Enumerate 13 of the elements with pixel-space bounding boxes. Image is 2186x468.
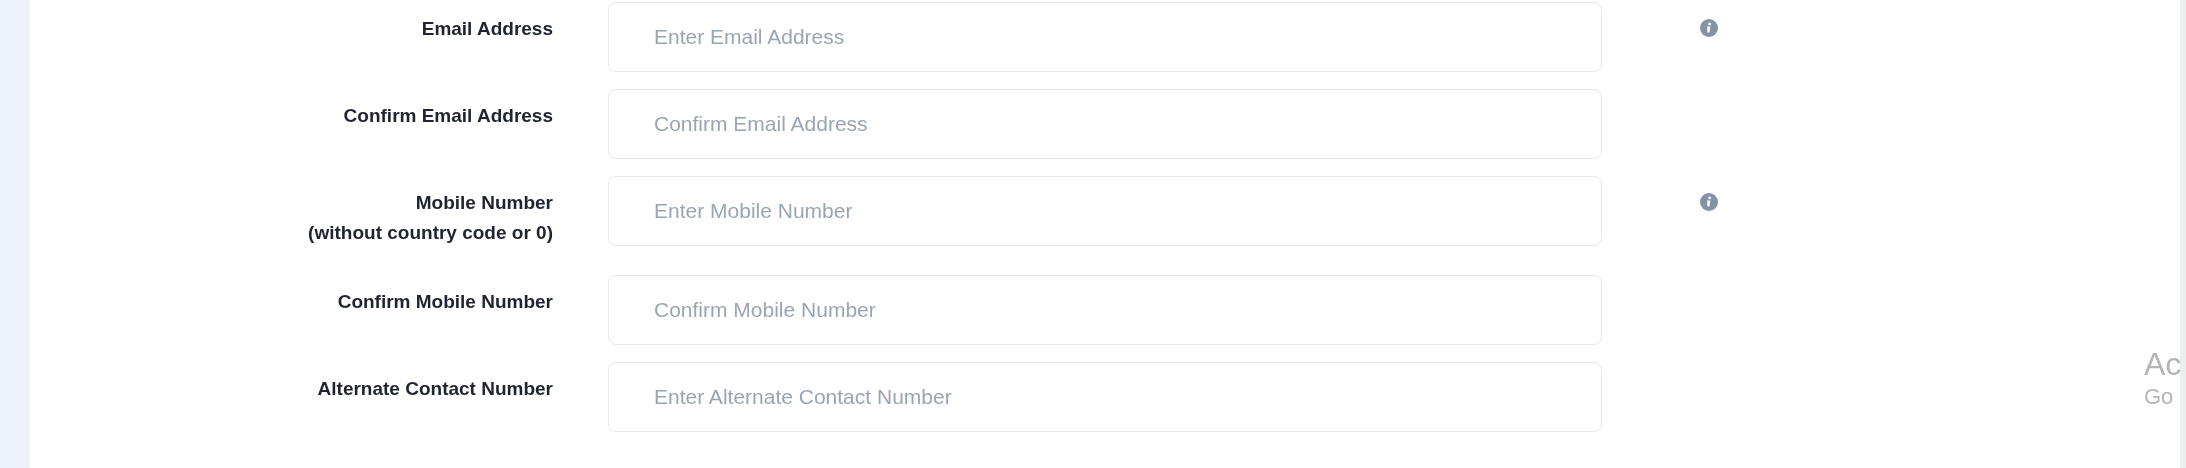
field-label: Confirm Email Address: [343, 104, 553, 128]
field-hint: (without country code or 0): [308, 221, 553, 245]
field-label: Confirm Mobile Number: [337, 290, 553, 314]
field-label: Mobile Number: [415, 191, 553, 215]
overlay-text: Go: [2144, 384, 2175, 410]
input-field[interactable]: Enter Mobile Number: [608, 176, 1602, 246]
field-label: Email Address: [421, 17, 553, 41]
field-label: Alternate Contact Number: [317, 377, 553, 401]
input-field[interactable]: Enter Email Address: [608, 2, 1602, 72]
input-field[interactable]: Confirm Mobile Number: [608, 275, 1602, 345]
input-field[interactable]: Enter Alternate Contact Number: [608, 362, 1602, 432]
overlay-text: Ac: [2144, 345, 2182, 384]
input-field[interactable]: Confirm Email Address: [608, 89, 1602, 159]
